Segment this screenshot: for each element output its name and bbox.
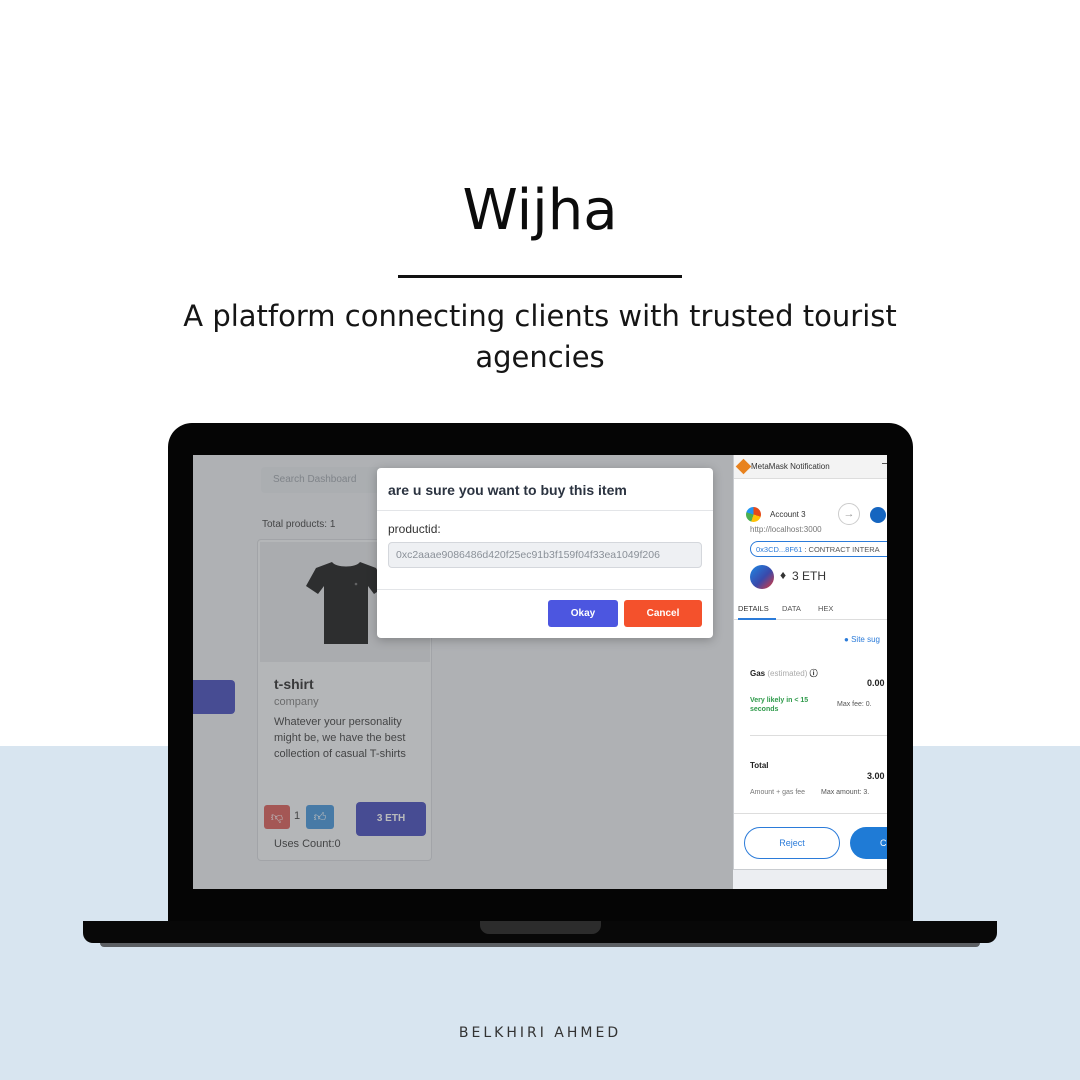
globe-icon: ● <box>844 635 849 644</box>
title-divider <box>398 275 682 278</box>
laptop-screen: Search Dashboard Total products: 1 t-shi… <box>193 455 887 889</box>
footer-divider <box>734 813 887 814</box>
slide-title: Wijha <box>462 178 618 243</box>
metamask-fox-icon <box>735 458 752 475</box>
confirm-button[interactable]: C <box>850 827 887 859</box>
gas-label: Gas (estimated) ⓘ <box>750 668 818 679</box>
site-suggested-link[interactable]: ● Site sug <box>844 635 880 644</box>
dialog-divider <box>377 510 713 511</box>
amount-gas-fee: Amount + gas fee <box>750 789 806 796</box>
productid-field[interactable]: 0xc2aaae9086486d420f25ec91b3f159f04f33ea… <box>388 542 702 568</box>
max-fee: Max fee: 0. <box>837 701 872 708</box>
active-tab-indicator <box>738 618 776 620</box>
slide-subtitle: A platform connecting clients with trust… <box>183 299 897 374</box>
token-icon <box>750 565 774 589</box>
account-name: Account 3 <box>770 510 806 519</box>
ethereum-icon: ♦ <box>780 568 787 582</box>
metamask-window-title: MetaMask Notification <box>751 462 830 471</box>
tab-details[interactable]: DETAILS <box>738 604 769 613</box>
dialog-title: are u sure you want to buy this item <box>388 482 627 498</box>
okay-button[interactable]: Okay <box>548 600 618 627</box>
gas-value: 0.00 <box>867 678 885 688</box>
metamask-notification: MetaMask Notification Account 3 → http:/… <box>733 455 887 870</box>
total-label: Total <box>750 761 769 770</box>
metamask-titlebar: MetaMask Notification <box>734 455 887 479</box>
max-amount: Max amount: 3. <box>821 789 870 796</box>
transaction-amount: 3 ETH <box>792 569 827 583</box>
laptop-notch <box>480 921 601 934</box>
contract-address: 0x3CD...8F61 <box>756 545 803 554</box>
gas-estimate-time: Very likely in < 15 seconds <box>750 697 809 713</box>
laptop-shadow <box>100 943 980 947</box>
author-name: BELKHIRI AHMED <box>458 1025 622 1041</box>
divider <box>750 735 887 736</box>
cancel-button[interactable]: Cancel <box>624 600 702 627</box>
minimize-icon[interactable] <box>882 463 887 464</box>
reject-button[interactable]: Reject <box>744 827 840 859</box>
recipient-avatar <box>870 507 886 523</box>
dialog-divider <box>377 589 713 590</box>
contract-badge[interactable]: 0x3CD...8F61 : CONTRACT INTERA <box>750 541 887 557</box>
info-icon[interactable]: ⓘ <box>810 669 818 678</box>
network-icon <box>746 507 761 522</box>
gas-title: Gas <box>750 669 766 678</box>
site-suggested-text: Site sug <box>851 635 880 644</box>
origin-url: http://localhost:3000 <box>750 525 822 534</box>
arrow-right-icon: → <box>838 503 860 525</box>
tab-hex[interactable]: HEX <box>818 604 833 613</box>
productid-label: productid: <box>388 522 441 536</box>
gas-estimated: (estimated) <box>767 669 808 678</box>
tab-data[interactable]: DATA <box>782 604 801 613</box>
contract-label: : CONTRACT INTERA <box>802 545 880 554</box>
total-value: 3.00 <box>867 771 885 781</box>
confirm-dialog: are u sure you want to buy this item pro… <box>377 468 713 638</box>
